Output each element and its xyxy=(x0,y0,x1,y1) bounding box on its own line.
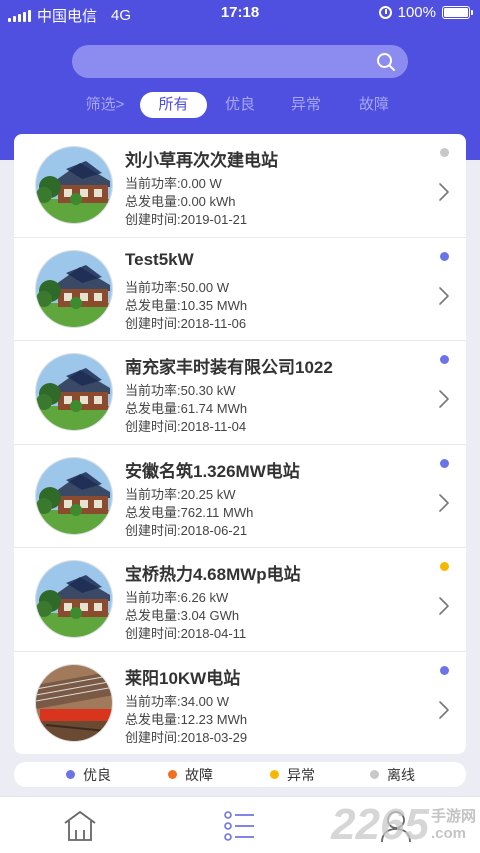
station-row[interactable]: 莱阳10KW电站 当前功率:34.00 W 总发电量:12.23 MWh 创建时… xyxy=(14,652,466,755)
station-row[interactable]: 刘小草再次次建电站 当前功率:0.00 W 总发电量:0.00 kWh 创建时间… xyxy=(14,134,466,238)
station-created: 创建时间:2018-03-29 xyxy=(125,729,248,745)
station-energy: 总发电量:61.74 MWh xyxy=(125,401,248,416)
station-name: 刘小草再次次建电站 xyxy=(125,151,278,170)
legend-dot xyxy=(270,770,279,779)
battery-percent: 100% xyxy=(397,4,436,21)
station-created: 创建时间:2018-04-11 xyxy=(125,626,247,641)
filter-row: 筛选> 所有 优良 异常 故障 xyxy=(0,92,480,118)
station-photo xyxy=(35,353,113,431)
legend-label: 故障 xyxy=(185,766,213,783)
station-photo xyxy=(35,456,113,535)
legend-good: 优良 xyxy=(66,762,111,787)
station-name: Test5kW xyxy=(125,249,194,269)
chevron-right-icon[interactable] xyxy=(438,182,450,202)
search-bar[interactable] xyxy=(72,45,408,78)
legend-dot xyxy=(168,770,177,779)
legend-abnormal: 异常 xyxy=(270,762,315,787)
chevron-right-icon[interactable] xyxy=(438,389,450,409)
list-icon[interactable] xyxy=(222,809,258,843)
chevron-right-icon[interactable] xyxy=(438,493,450,513)
station-power: 当前功率:50.00 W xyxy=(125,279,230,295)
legend-fault: 故障 xyxy=(168,762,213,787)
station-photo xyxy=(35,560,113,638)
station-photo xyxy=(35,663,113,742)
station-list: 刘小草再次次建电站 当前功率:0.00 W 总发电量:0.00 kWh 创建时间… xyxy=(14,134,466,754)
station-energy: 总发电量:762.11 MWh xyxy=(125,504,254,520)
station-created: 创建时间:2018-11-04 xyxy=(125,419,247,434)
station-row[interactable]: 宝桥热力4.68MWp电站 当前功率:6.26 kW 总发电量:3.04 GWh… xyxy=(14,548,466,652)
station-power: 当前功率:34.00 W xyxy=(125,693,230,709)
station-energy: 总发电量:12.23 MWh xyxy=(125,711,248,727)
status-dot xyxy=(440,665,449,675)
station-power: 当前功率:6.26 kW xyxy=(125,590,229,605)
filter-button[interactable]: 筛选> xyxy=(80,92,130,118)
station-row[interactable]: Test5kW 当前功率:50.00 W 总发电量:10.35 MWh 创建时间… xyxy=(14,238,466,341)
chevron-right-icon[interactable] xyxy=(438,286,450,306)
tab-good[interactable]: 优良 xyxy=(218,92,262,118)
station-power: 当前功率:20.25 kW xyxy=(125,486,236,502)
station-power: 当前功率:50.30 kW xyxy=(125,383,236,398)
tab-abnormal[interactable]: 异常 xyxy=(284,92,328,118)
legend-label: 优良 xyxy=(83,766,111,783)
legend-label: 异常 xyxy=(287,766,315,783)
search-input[interactable] xyxy=(88,45,368,78)
status-right: 100% xyxy=(378,4,473,21)
station-energy: 总发电量:0.00 kWh xyxy=(125,194,236,209)
station-energy: 总发电量:10.35 MWh xyxy=(125,297,248,313)
watermark-suffix: 手游网 xyxy=(430,808,476,825)
legend-dot xyxy=(370,770,379,779)
station-photo xyxy=(35,249,113,328)
station-created: 创建时间:2018-11-06 xyxy=(125,315,247,331)
station-row[interactable]: 南充家丰时装有限公司1022 当前功率:50.30 kW 总发电量:61.74 … xyxy=(14,341,466,445)
site-watermark: 2265 手游网 .com xyxy=(331,800,476,850)
status-dot xyxy=(440,355,449,364)
station-created: 创建时间:2018-06-21 xyxy=(125,522,248,538)
legend-label: 离线 xyxy=(387,766,415,783)
status-dot xyxy=(440,251,449,261)
station-name: 安徽名筑1.326MW电站 xyxy=(125,461,300,481)
legend-dot xyxy=(66,770,75,779)
status-dot xyxy=(440,562,449,571)
station-name: 宝桥热力4.68MWp电站 xyxy=(125,565,301,584)
home-icon[interactable] xyxy=(62,809,98,843)
station-name: 南充家丰时装有限公司1022 xyxy=(125,358,333,377)
station-row[interactable]: 安徽名筑1.326MW电站 当前功率:20.25 kW 总发电量:762.11 … xyxy=(14,445,466,548)
status-dot xyxy=(440,458,449,468)
station-energy: 总发电量:3.04 GWh xyxy=(125,608,240,623)
search-icon[interactable] xyxy=(376,52,396,72)
status-bar: 中国电信 4G 17:18 100% xyxy=(0,0,480,28)
chevron-right-icon[interactable] xyxy=(438,596,450,616)
station-photo xyxy=(35,146,113,224)
status-legend: 优良 故障 异常 离线 xyxy=(14,762,466,787)
status-dot xyxy=(440,148,449,157)
watermark-domain: .com xyxy=(430,825,466,842)
tab-fault[interactable]: 故障 xyxy=(352,92,396,118)
battery-icon xyxy=(442,6,473,19)
chevron-right-icon[interactable] xyxy=(438,700,450,720)
alarm-icon xyxy=(378,6,392,19)
watermark-number: 2265 xyxy=(331,800,429,849)
legend-offline: 离线 xyxy=(370,762,415,787)
station-power: 当前功率:0.00 W xyxy=(125,176,222,191)
tab-all[interactable]: 所有 xyxy=(140,92,207,118)
station-name: 莱阳10KW电站 xyxy=(125,668,241,688)
station-created: 创建时间:2019-01-21 xyxy=(125,212,248,227)
